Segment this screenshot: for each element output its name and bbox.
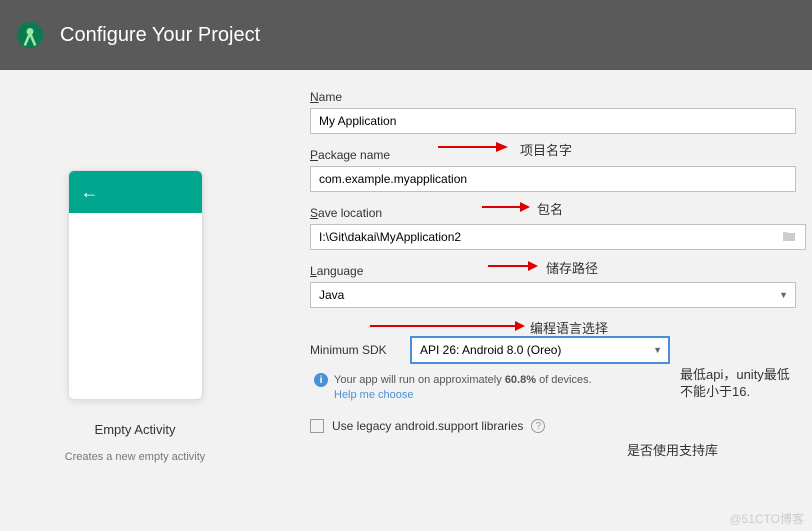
package-label: Package name xyxy=(310,148,796,162)
watermark: @51CTO博客 xyxy=(729,510,804,527)
phone-appbar: ← xyxy=(69,171,202,213)
template-name: Empty Activity xyxy=(95,422,176,437)
content-area: ← Empty Activity Creates a new empty act… xyxy=(0,70,812,463)
help-choose-link[interactable]: Help me choose xyxy=(334,389,592,401)
legacy-label: Use legacy android.support libraries xyxy=(332,419,523,433)
legacy-row: Use legacy android.support libraries ? xyxy=(310,419,796,433)
minsdk-row: Minimum SDK API 26: Android 8.0 (Oreo) ▼ xyxy=(310,336,796,364)
info-icon: i xyxy=(314,373,328,387)
package-input[interactable] xyxy=(310,166,796,192)
device-coverage-text: Your app will run on approximately 60.8%… xyxy=(334,374,592,386)
back-arrow-icon: ← xyxy=(81,182,99,203)
preview-panel: ← Empty Activity Creates a new empty act… xyxy=(0,90,270,463)
name-label: Name xyxy=(310,90,796,104)
language-select[interactable]: Java xyxy=(310,282,796,308)
template-description: Creates a new empty activity xyxy=(65,451,206,463)
help-icon[interactable]: ? xyxy=(531,419,545,433)
minsdk-select[interactable]: API 26: Android 8.0 (Oreo) xyxy=(410,336,670,364)
dialog-title: Configure Your Project xyxy=(60,24,260,47)
android-studio-icon xyxy=(16,21,44,49)
location-input[interactable] xyxy=(310,224,806,250)
legacy-checkbox[interactable] xyxy=(310,419,324,433)
name-group: Name xyxy=(310,90,796,134)
form-panel: Name Package name Save location Language… xyxy=(270,90,812,463)
location-group: Save location xyxy=(310,206,796,250)
dialog-header: Configure Your Project xyxy=(0,0,812,70)
device-info-row: i Your app will run on approximately 60.… xyxy=(310,372,796,401)
language-group: Language Java ▼ xyxy=(310,264,796,308)
folder-icon[interactable] xyxy=(782,230,796,245)
phone-preview: ← xyxy=(68,170,203,400)
language-label: Language xyxy=(310,264,796,278)
name-input[interactable] xyxy=(310,108,796,134)
minsdk-label: Minimum SDK xyxy=(310,343,410,357)
package-group: Package name xyxy=(310,148,796,192)
location-label: Save location xyxy=(310,206,796,220)
